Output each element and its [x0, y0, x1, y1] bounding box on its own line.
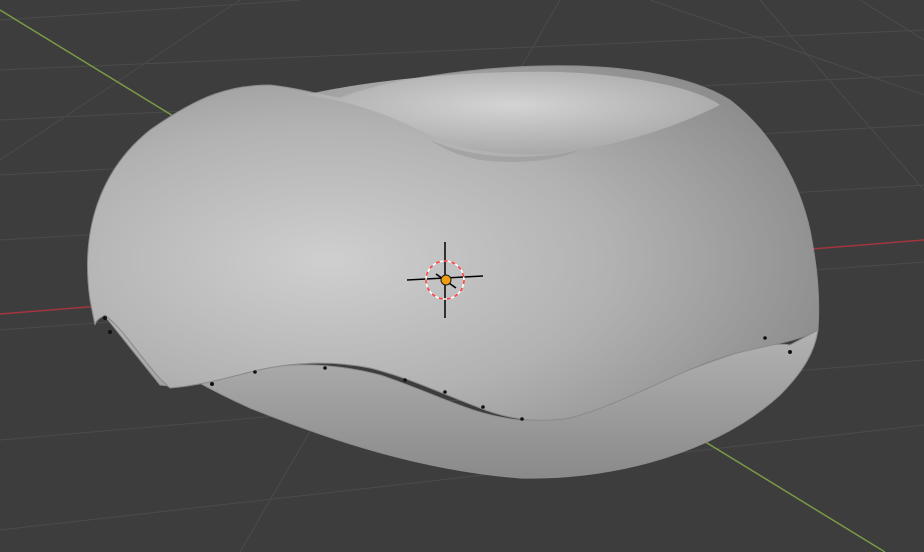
3d-viewport[interactable] — [0, 0, 924, 552]
viewport-canvas[interactable] — [0, 0, 924, 552]
